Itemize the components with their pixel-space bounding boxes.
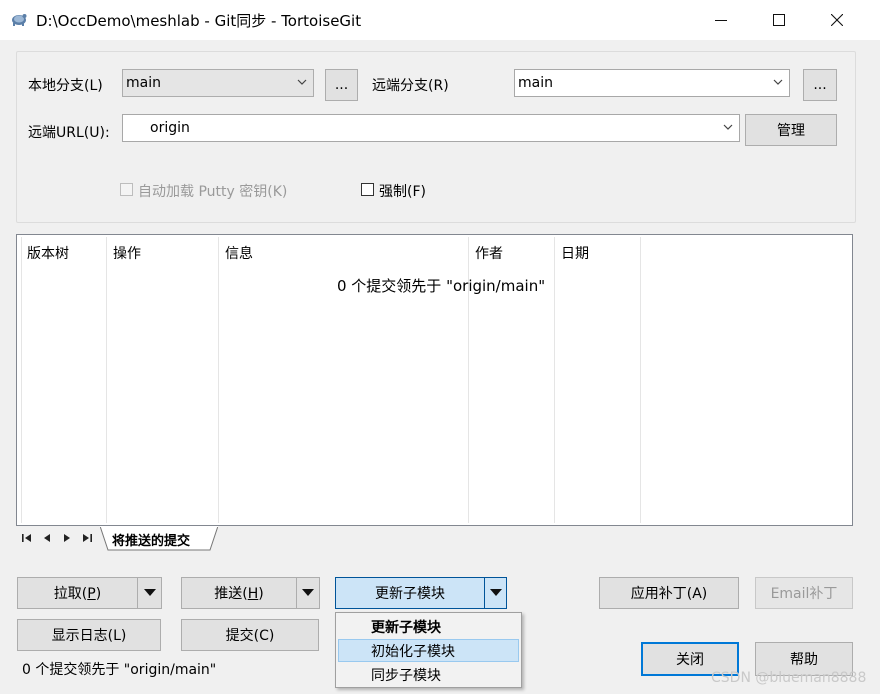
local-branch-label: 本地分支(L) (28, 78, 103, 94)
column-header-date[interactable]: 日期 (561, 243, 589, 263)
remote-branch-label: 远端分支(R) (372, 78, 449, 94)
pull-dropdown-button[interactable] (137, 577, 162, 609)
pull-button[interactable]: 拉取(P) (17, 577, 138, 609)
commit-button[interactable]: 提交(C) (181, 619, 319, 651)
next-icon[interactable] (61, 532, 73, 544)
column-divider (106, 237, 107, 523)
chevron-down-icon (297, 79, 307, 85)
caret-down-icon (489, 589, 502, 596)
empty-list-message: 0 个提交领先于 "origin/main" (337, 277, 546, 295)
push-button-label: 推送(H) (214, 586, 264, 602)
remote-branch-value: main (518, 75, 553, 91)
close-window-button[interactable] (808, 0, 866, 40)
local-branch-select[interactable]: main (122, 69, 314, 97)
status-text: 0 个提交领先于 "origin/main" (22, 662, 217, 678)
maximize-icon (773, 14, 785, 26)
submodule-menu: 更新子模块 初始化子模块 同步子模块 (335, 612, 522, 688)
local-branch-more-button[interactable]: ... (325, 69, 358, 101)
menu-item-update-submodule[interactable]: 更新子模块 (338, 615, 519, 638)
remote-url-value: origin (150, 120, 190, 136)
push-dropdown-button[interactable] (296, 577, 320, 609)
column-header-graph[interactable]: 版本树 (27, 243, 69, 263)
window-title: D:\OccDemo\meshlab - Git同步 - TortoiseGit (36, 12, 362, 30)
column-divider (554, 237, 555, 523)
remote-branch-select[interactable]: main (514, 69, 790, 97)
menu-item-init-submodule[interactable]: 初始化子模块 (338, 639, 519, 662)
column-header-action[interactable]: 操作 (113, 243, 141, 263)
minimize-button[interactable] (692, 0, 750, 40)
remote-url-select[interactable]: origin (122, 114, 740, 142)
push-button[interactable]: 推送(H) (181, 577, 297, 609)
caret-down-icon (302, 589, 314, 596)
column-header-message[interactable]: 信息 (225, 243, 253, 263)
tortoisegit-app-icon (12, 14, 27, 26)
column-divider (640, 237, 641, 523)
update-submodule-button[interactable]: 更新子模块 (335, 577, 485, 609)
email-patch-button[interactable]: Email补丁 (755, 577, 853, 609)
column-header-author[interactable]: 作者 (475, 243, 503, 263)
maximize-button[interactable] (750, 0, 808, 40)
tab-strip: 将推送的提交 (16, 526, 853, 552)
remote-branch-more-button[interactable]: ... (803, 69, 837, 101)
menu-item-sync-submodule[interactable]: 同步子模块 (338, 663, 519, 686)
remote-url-label: 远端URL(U): (28, 125, 110, 141)
close-icon (831, 14, 843, 26)
force-checkbox[interactable] (361, 183, 374, 196)
minimize-icon (715, 20, 727, 21)
tab-commits-to-push-label: 将推送的提交 (112, 534, 191, 549)
chevron-down-icon (773, 79, 783, 85)
autoload-putty-checkbox[interactable] (120, 183, 133, 196)
commit-list-body: 版本树 操作 信息 作者 日期 0 个提交领先于 "origin/main" (21, 237, 850, 523)
watermark: CSDN @blueman8888 (711, 670, 867, 686)
local-branch-value: main (126, 75, 161, 91)
prev-icon[interactable] (41, 532, 53, 544)
title-bar[interactable]: D:\OccDemo\meshlab - Git同步 - TortoiseGit (0, 0, 880, 40)
show-log-button[interactable]: 显示日志(L) (17, 619, 161, 651)
submodule-dropdown-button[interactable] (484, 577, 507, 609)
manage-remotes-button[interactable]: 管理 (745, 114, 837, 146)
autoload-putty-label: 自动加载 Putty 密钥(K) (138, 184, 288, 200)
apply-patch-button[interactable]: 应用补丁(A) (599, 577, 739, 609)
caret-down-icon (143, 589, 156, 596)
force-label: 强制(F) (379, 184, 426, 200)
last-icon[interactable] (81, 532, 93, 544)
pull-button-label: 拉取(P) (53, 586, 102, 602)
column-divider (218, 237, 219, 523)
first-icon[interactable] (21, 532, 33, 544)
commit-list[interactable]: 版本树 操作 信息 作者 日期 0 个提交领先于 "origin/main" (16, 234, 853, 526)
chevron-down-icon (723, 124, 733, 130)
update-submodule-button-label: 更新子模块 (375, 586, 445, 602)
